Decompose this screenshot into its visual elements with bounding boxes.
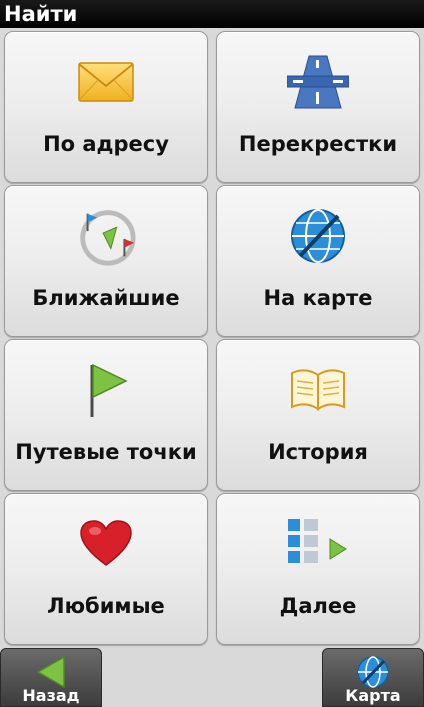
- favorites-button[interactable]: Любимые: [4, 493, 208, 645]
- heart-icon: [74, 512, 138, 576]
- bottom-toolbar: Назад Карта: [0, 647, 424, 707]
- window-title: Найти: [0, 0, 424, 28]
- on-map-label: На карте: [263, 286, 373, 310]
- history-label: История: [268, 440, 368, 464]
- nearby-label: Ближайшие: [32, 286, 180, 310]
- more-button[interactable]: Далее: [216, 493, 420, 645]
- map-button[interactable]: Карта: [322, 648, 424, 707]
- intersections-label: Перекрестки: [238, 132, 398, 156]
- more-label: Далее: [279, 594, 357, 618]
- globe-icon: [355, 654, 391, 690]
- waypoints-button[interactable]: Путевые точки: [4, 339, 208, 491]
- back-button[interactable]: Назад: [0, 648, 102, 707]
- back-label: Назад: [22, 686, 80, 705]
- globe-icon: [286, 204, 350, 268]
- nearby-flags-icon: [74, 204, 138, 268]
- back-arrow-icon: [33, 654, 69, 690]
- history-button[interactable]: История: [216, 339, 420, 491]
- on-map-button[interactable]: На карте: [216, 185, 420, 337]
- map-label: Карта: [345, 686, 401, 705]
- envelope-icon: [74, 50, 138, 114]
- nearby-button[interactable]: Ближайшие: [4, 185, 208, 337]
- find-by-address-label: По адресу: [43, 132, 169, 156]
- find-by-address-button[interactable]: По адресу: [4, 31, 208, 183]
- intersections-button[interactable]: Перекрестки: [216, 31, 420, 183]
- open-book-icon: [286, 358, 350, 422]
- highway-icon: [286, 50, 350, 114]
- favorites-label: Любимые: [47, 594, 165, 618]
- search-menu-grid: По адресу Перекрестки Ближайшие На карте…: [4, 31, 420, 647]
- waypoint-flag-icon: [74, 358, 138, 422]
- more-list-icon: [286, 512, 350, 576]
- waypoints-label: Путевые точки: [15, 440, 197, 464]
